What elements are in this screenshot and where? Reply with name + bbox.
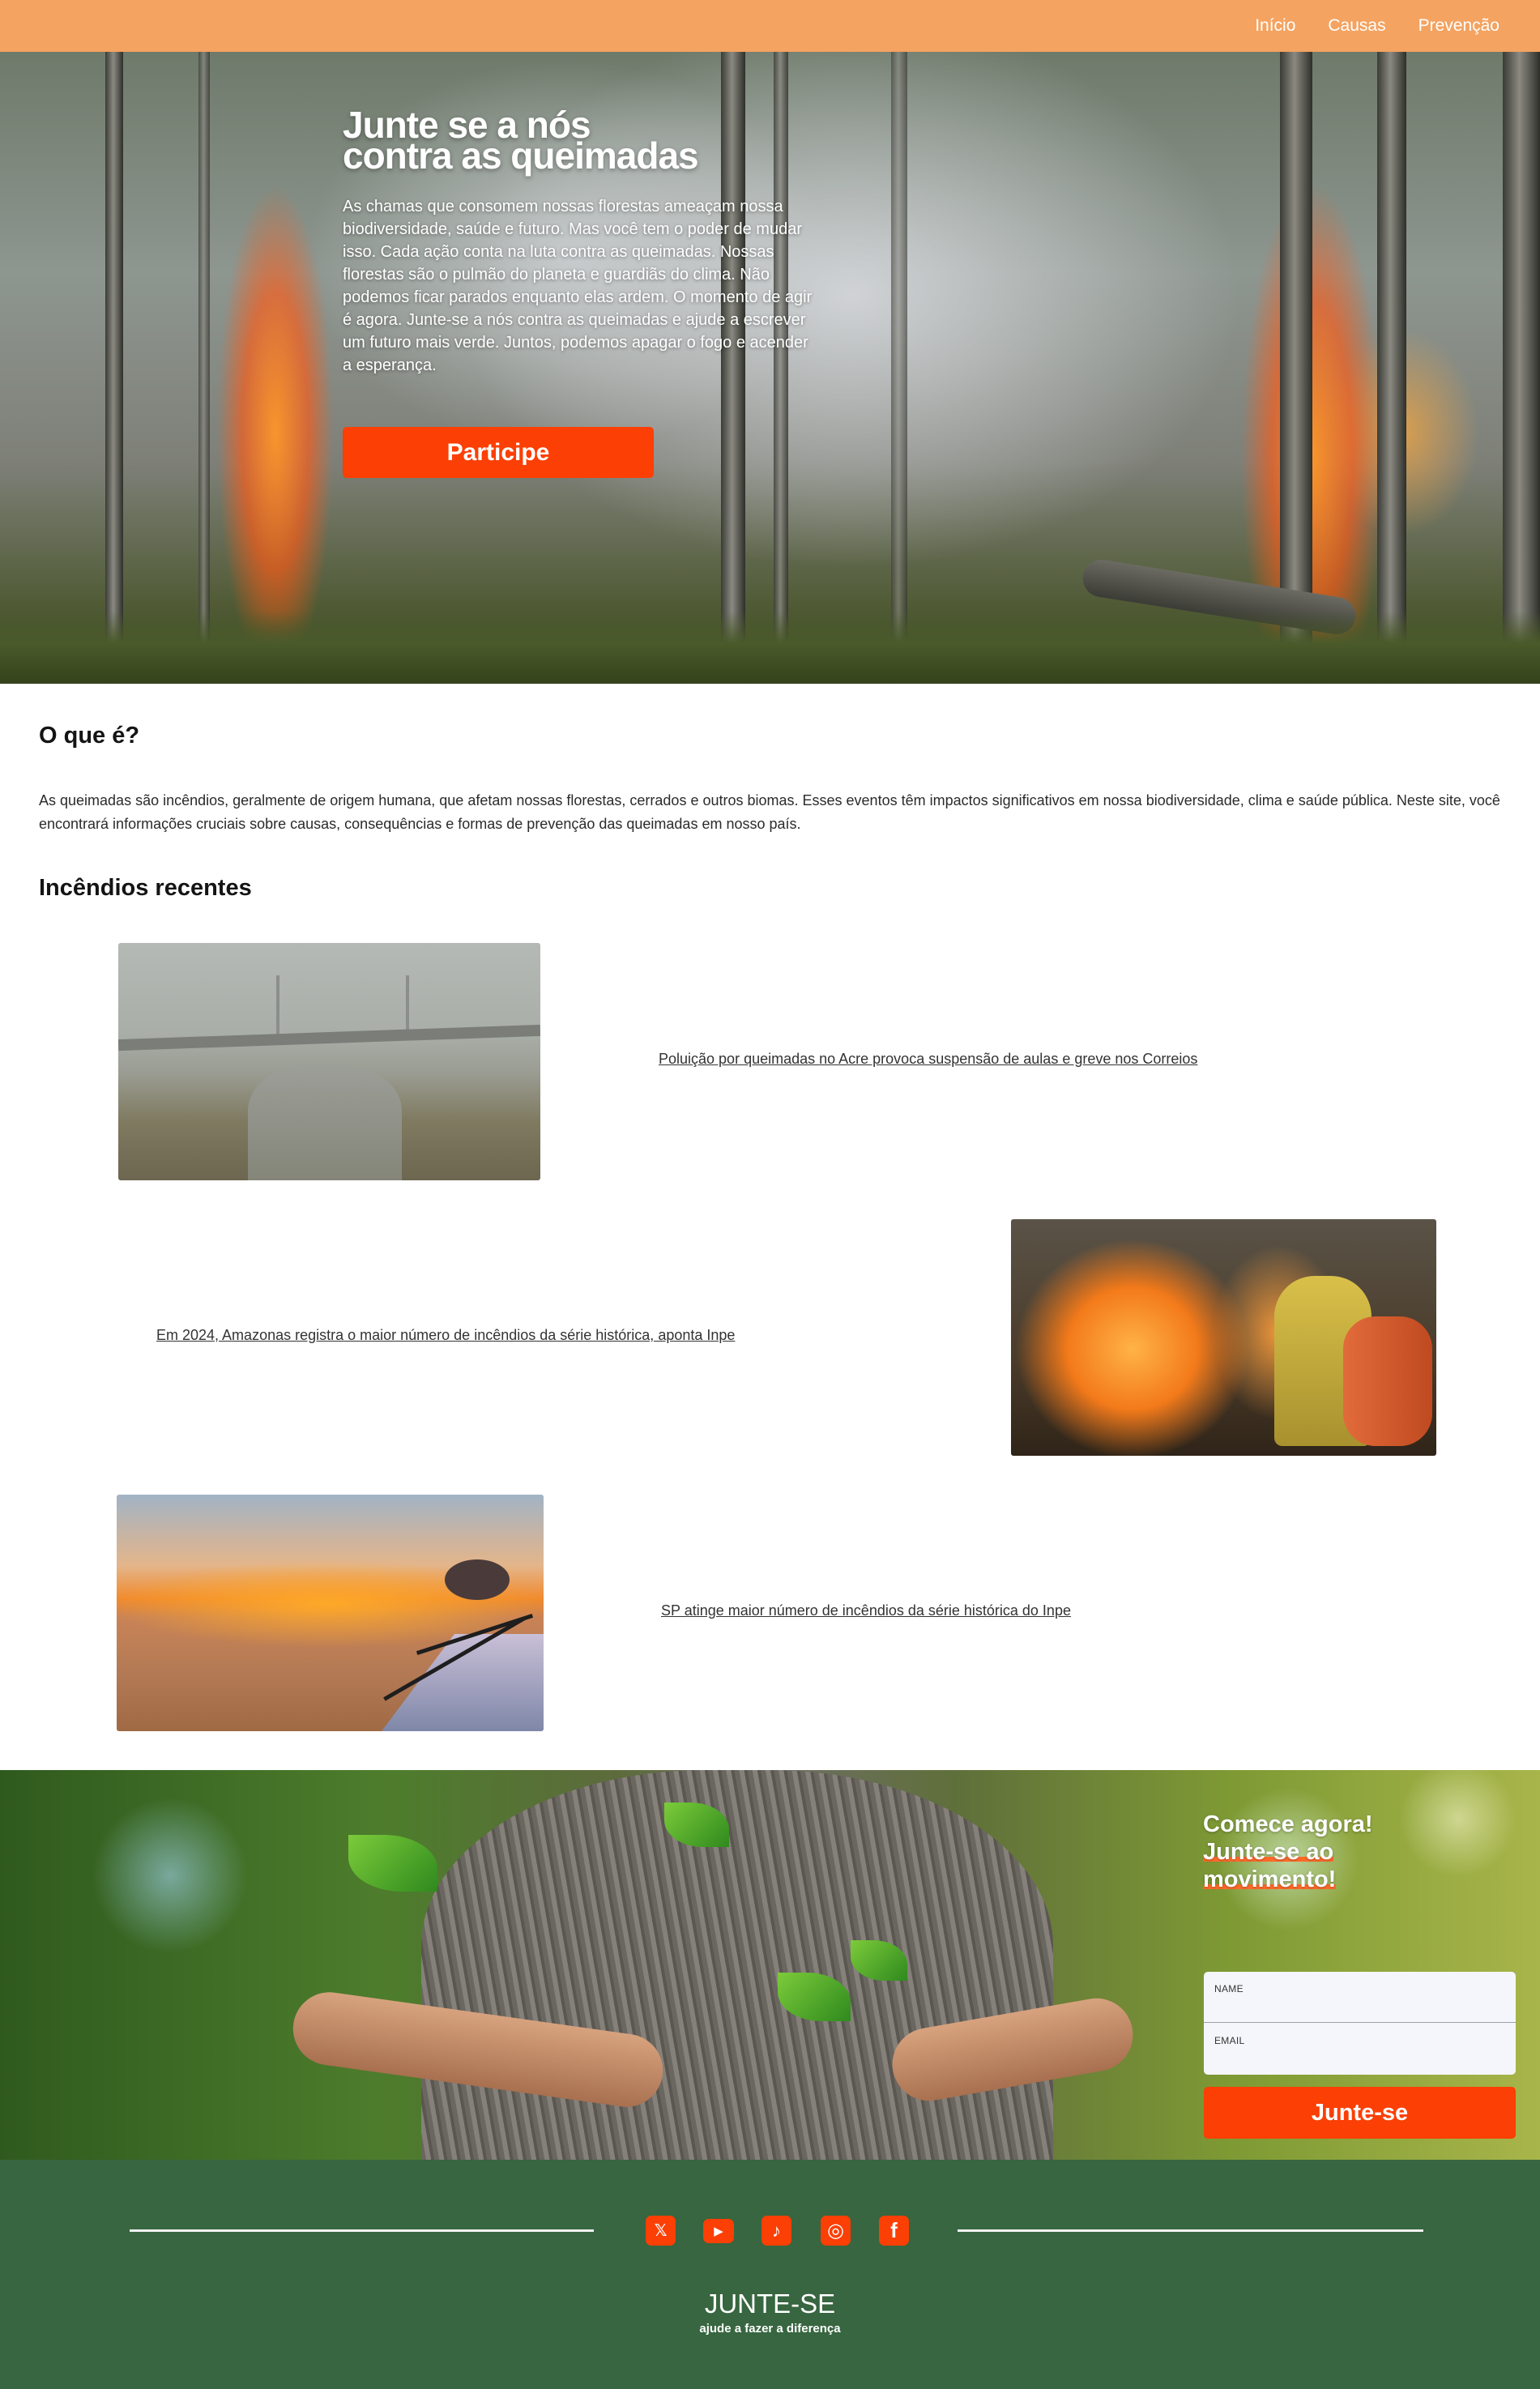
participe-button[interactable]: Participe (343, 427, 654, 478)
nav-links: Início Causas Prevenção (1255, 0, 1499, 52)
hero-title: Junte se a nós contra as queimadas (343, 106, 821, 174)
name-field: NAME (1204, 1972, 1516, 2023)
news-link-sp[interactable]: SP atinge maior número de incêndios da s… (661, 1602, 1071, 1619)
cta-bg-trunk (421, 1770, 1053, 2160)
hero-bg-tree (105, 52, 123, 684)
footer (0, 2160, 1540, 2389)
hero-ground (0, 611, 1540, 684)
nav-link-causas[interactable]: Causas (1328, 16, 1385, 36)
name-field-label: NAME (1214, 1983, 1244, 1994)
about-text: As queimadas são incêndios, geralmente d… (39, 792, 1500, 832)
junte-se-button[interactable]: Junte-se (1204, 2087, 1516, 2139)
image-detail (248, 1064, 402, 1180)
footer-divider-right (958, 2229, 1423, 2232)
hero-bg-tree (891, 52, 907, 684)
hero-title-line2: contra as queimadas (343, 134, 699, 177)
email-field: EMAIL (1204, 2024, 1516, 2075)
news-image-firefighter[interactable] (1011, 1219, 1436, 1456)
hero-content: Junte se a nós contra as queimadas As ch… (343, 106, 821, 377)
email-field-label: EMAIL (1214, 2035, 1245, 2046)
instagram-icon[interactable]: ◎ (821, 2216, 851, 2246)
cta-heading: Comece agora! Junte-se ao movimento! (1203, 1811, 1414, 1893)
cta-heading-line3: movimento! (1203, 1866, 1337, 1892)
image-detail (1343, 1316, 1432, 1446)
hero-bg-tree (1503, 52, 1540, 684)
footer-brand: JUNTE-SE (704, 2289, 836, 2319)
hero-bg-tree (198, 52, 210, 684)
image-detail (382, 1634, 544, 1731)
facebook-icon[interactable]: f (879, 2216, 909, 2246)
news-image-acre-bridge[interactable] (118, 943, 540, 1180)
footer-divider-left (130, 2229, 594, 2232)
nav-link-prevencao[interactable]: Prevenção (1418, 16, 1499, 36)
cta-bg-leaf (348, 1835, 437, 1892)
image-detail (276, 975, 279, 1040)
news-link-acre[interactable]: Poluição por queimadas no Acre provoca s… (659, 1051, 1197, 1068)
signup-form: NAME EMAIL (1204, 1972, 1516, 2075)
image-detail (445, 1559, 510, 1600)
name-input[interactable] (1214, 1998, 1506, 2017)
tiktok-icon[interactable]: ♪ (761, 2216, 791, 2246)
footer-tagline: ajude a fazer a diferença (699, 2322, 841, 2336)
x-icon[interactable]: 𝕏 (646, 2216, 676, 2246)
cta-heading-line2: Junte-se ao (1203, 1839, 1334, 1865)
hero-bg-tree (1377, 52, 1406, 684)
hero-description: As chamas que consomem nossas florestas … (343, 198, 813, 374)
news-image-sp-field[interactable] (117, 1495, 544, 1731)
email-input[interactable] (1214, 2050, 1506, 2069)
nav-link-inicio[interactable]: Início (1255, 16, 1295, 36)
cta-heading-line1: Comece agora! (1203, 1811, 1373, 1837)
top-navbar: Início Causas Prevenção (0, 0, 1540, 52)
youtube-icon[interactable]: ▶ (703, 2219, 734, 2243)
news-link-amazonas[interactable]: Em 2024, Amazonas registra o maior númer… (156, 1327, 735, 1344)
image-detail (118, 1024, 540, 1052)
about-title: O que é? (39, 723, 140, 749)
recent-fires-title: Incêndios recentes (39, 875, 252, 901)
